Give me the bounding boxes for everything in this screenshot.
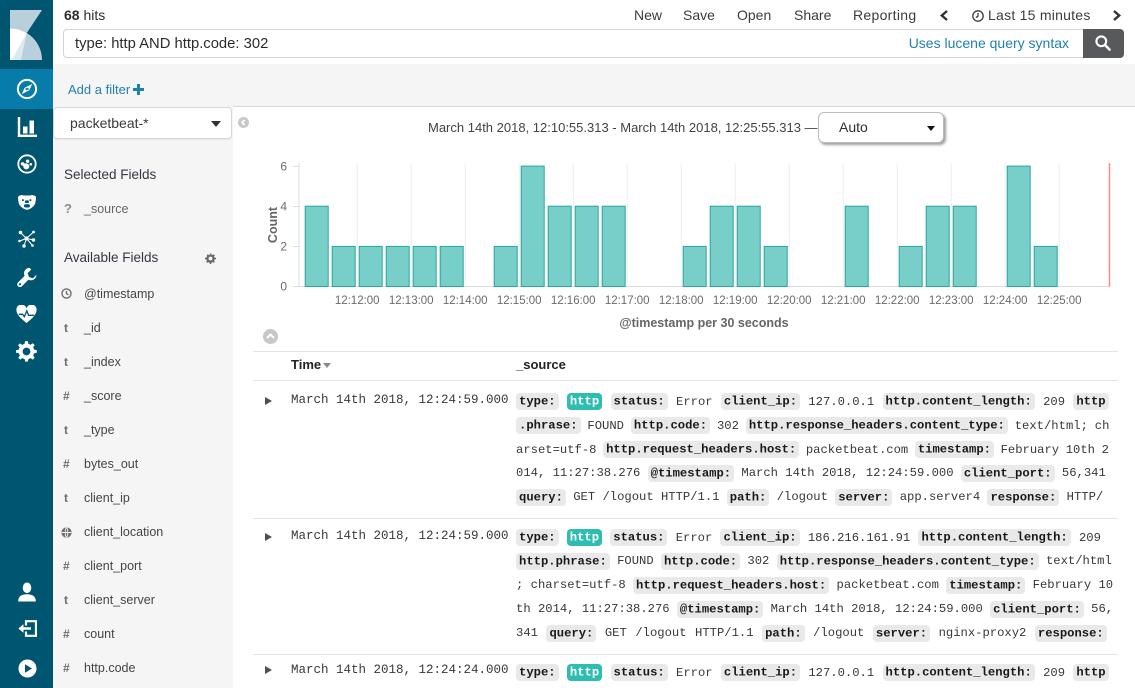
svg-text:12:12:00: 12:12:00 bbox=[335, 295, 380, 307]
svg-text:0: 0 bbox=[280, 280, 287, 294]
svg-text:12:19:00: 12:19:00 bbox=[713, 295, 758, 307]
svg-text:2: 2 bbox=[280, 240, 287, 254]
svg-text:4: 4 bbox=[280, 200, 287, 214]
svg-text:12:21:00: 12:21:00 bbox=[821, 295, 866, 307]
svg-text:12:17:00: 12:17:00 bbox=[605, 295, 650, 307]
svg-text:Count: Count bbox=[266, 206, 280, 243]
svg-text:12:13:00: 12:13:00 bbox=[389, 295, 434, 307]
svg-text:12:15:00: 12:15:00 bbox=[497, 295, 542, 307]
svg-text:12:20:00: 12:20:00 bbox=[767, 295, 812, 307]
svg-text:12:23:00: 12:23:00 bbox=[929, 295, 974, 307]
svg-text:12:14:00: 12:14:00 bbox=[443, 295, 488, 307]
svg-text:12:24:00: 12:24:00 bbox=[983, 295, 1028, 307]
svg-text:12:18:00: 12:18:00 bbox=[659, 295, 704, 307]
svg-text:12:22:00: 12:22:00 bbox=[875, 295, 920, 307]
svg-text:12:16:00: 12:16:00 bbox=[551, 295, 596, 307]
svg-text:@timestamp per 30 seconds: @timestamp per 30 seconds bbox=[619, 316, 788, 330]
svg-text:12:25:00: 12:25:00 bbox=[1037, 295, 1082, 307]
svg-text:6: 6 bbox=[280, 159, 287, 173]
